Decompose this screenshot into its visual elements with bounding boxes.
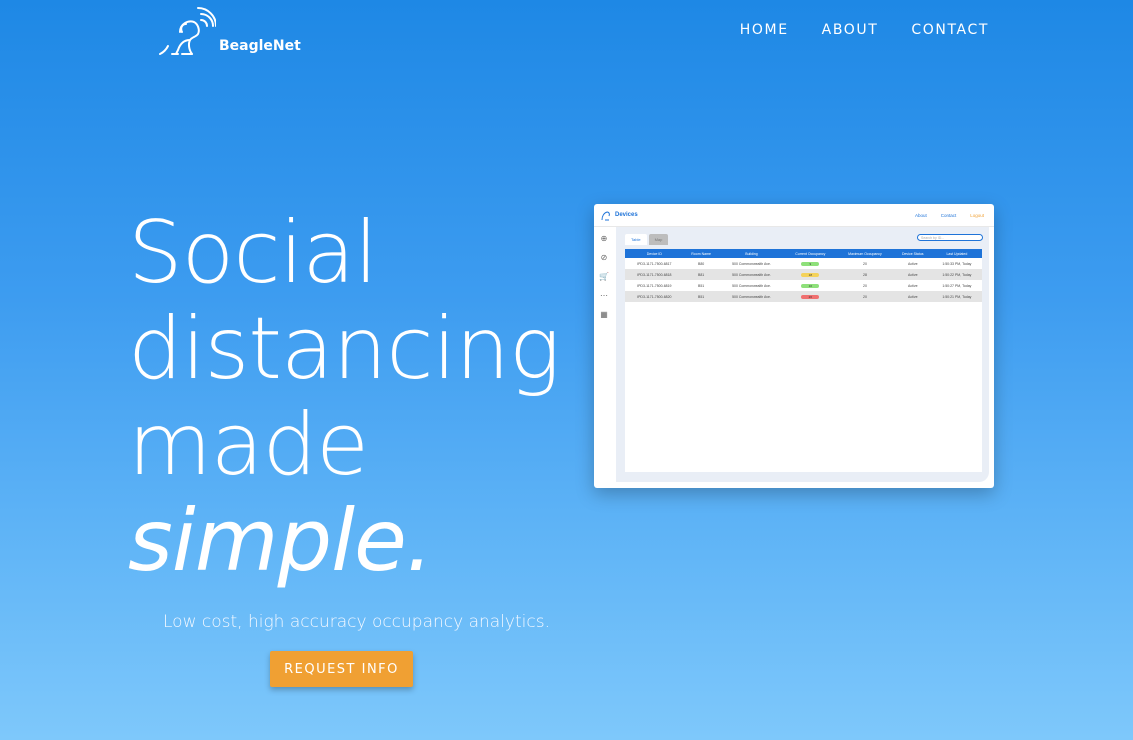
- mockup-tab-table: Table: [625, 234, 647, 245]
- table-cell-room: B80: [697, 261, 705, 266]
- occupancy-pill: 9: [801, 261, 820, 266]
- table-cell-id: IPD3-1171-7500-6820: [625, 291, 684, 302]
- table-cell-status: Active: [893, 291, 932, 302]
- mockup-topbar: Devices About Contact Logout: [594, 204, 994, 227]
- table-cell-max: 28: [836, 269, 894, 280]
- table-cell-updated: 1:50:33 PM, Today: [942, 261, 972, 266]
- col-max-occupancy: Maximum Occupancy: [836, 249, 894, 258]
- table-cell-occ: 18: [784, 269, 837, 280]
- table-row: IPD3-1171-7500-6819 B51 500 Commonwealth A…: [625, 280, 982, 291]
- table-cell-room: B81: [683, 269, 719, 280]
- table-cell-id: IPD3-1171-7500-6818: [625, 269, 684, 280]
- occupancy-pill: 26: [801, 294, 820, 299]
- table-cell-status: Active: [907, 283, 918, 288]
- cart-icon: 🛒: [599, 272, 609, 281]
- table-cell-updated: 1:50:21 PM, Today: [931, 291, 982, 302]
- main-nav: HOME ABOUT CONTACT: [740, 22, 989, 38]
- disabled-icon: ⊘: [600, 253, 608, 262]
- table-row: IPD3-1171-7500-6818 B81 500 Commonwealth A…: [625, 269, 982, 280]
- hero-subtitle: Low cost, high accuracy occupancy analyt…: [163, 612, 550, 632]
- table-cell-updated: 1:50:22 PM, Today: [931, 269, 982, 280]
- table-cell-building: 500 Commonwealth Ave.: [718, 269, 785, 280]
- table-cell-occ: 9: [784, 258, 836, 269]
- devices-table: Device ID Room Name Building Current Occ…: [625, 249, 982, 302]
- mockup-sidebar: ⊕ ⊘ 🛒 ⋯ ▦: [594, 226, 614, 488]
- headline-line-1: Social: [128, 203, 378, 303]
- beagle-mini-icon: [601, 211, 610, 221]
- app-screenshot: Devices About Contact Logout ⊕ ⊘ 🛒 ⋯ ▦ T…: [594, 204, 994, 488]
- table-cell-status: Active: [907, 261, 918, 266]
- table-cell-id: IPD3-1171-7500-6817: [637, 261, 672, 266]
- mockup-nav-logout: Logout: [970, 212, 984, 218]
- add-circle-icon: ⊕: [600, 234, 608, 243]
- table-cell-max: 20: [863, 261, 867, 266]
- mockup-title: Devices: [615, 212, 638, 218]
- hero-headline: Social distancing made simple.: [128, 203, 561, 591]
- table-cell-building: 500 Commonwealth Ave.: [718, 291, 785, 302]
- table-cell-building: 500 Commonwealth Ave.: [732, 261, 771, 266]
- mockup-nav-about: About: [914, 212, 927, 218]
- mockup-nav-contact: Contact: [940, 212, 957, 218]
- col-last-updated: Last Updated: [931, 249, 982, 258]
- table-cell-room: B51: [683, 291, 719, 302]
- mockup-content: Table Map Search by ID... Device ID Room…: [616, 227, 989, 482]
- beagle-logo-icon: [159, 7, 216, 55]
- nav-contact[interactable]: CONTACT: [911, 22, 989, 38]
- occupancy-pill: 18: [801, 272, 820, 277]
- col-current-occupancy: Current Occupancy: [784, 249, 837, 258]
- headline-line-3: made: [128, 395, 369, 495]
- mockup-tab-map: Map: [648, 234, 669, 245]
- nav-about[interactable]: ABOUT: [822, 22, 879, 38]
- brand-logo[interactable]: BeagleNet: [158, 6, 301, 56]
- table-cell-room: B51: [697, 283, 705, 288]
- table-cell-building: 500 Commonwealth Ave.: [732, 283, 771, 288]
- table-cell-status: Active: [893, 269, 932, 280]
- table-row: IPD3-1171-7500-6820 B51 500 Commonwealth A…: [625, 291, 982, 302]
- mockup-tabs: Table Map: [625, 234, 669, 245]
- table-cell-max: 20: [863, 283, 867, 288]
- network-icon: ⋯: [600, 291, 608, 300]
- headline-line-2: distancing: [128, 299, 561, 399]
- building-icon: ▦: [600, 310, 608, 319]
- table-cell-updated: 1:50:27 PM, Today: [942, 283, 972, 288]
- brand-name: BeagleNet: [219, 38, 301, 54]
- request-info-button[interactable]: REQUEST INFO: [270, 651, 413, 687]
- mockup-search: Search by ID...: [917, 234, 983, 241]
- table-row: IPD3-1171-7500-6817 B80 500 Commonwealth A…: [625, 258, 982, 269]
- col-device-id: Device ID: [625, 249, 684, 258]
- headline-line-4: simple.: [128, 491, 433, 591]
- col-room-name: Room Name: [683, 249, 719, 258]
- mockup-table-panel: Device ID Room Name Building Current Occ…: [625, 249, 982, 472]
- nav-home[interactable]: HOME: [740, 22, 789, 38]
- mockup-nav: About Contact Logout: [915, 213, 984, 218]
- table-cell-occ: 26: [784, 291, 837, 302]
- table-cell-max: 20: [836, 291, 894, 302]
- table-cell-occ: 10: [784, 280, 836, 291]
- col-building: Building: [718, 249, 785, 258]
- table-cell-id: IPD3-1171-7500-6819: [637, 283, 672, 288]
- col-device-status: Device Status: [893, 249, 932, 258]
- occupancy-pill: 10: [801, 283, 820, 288]
